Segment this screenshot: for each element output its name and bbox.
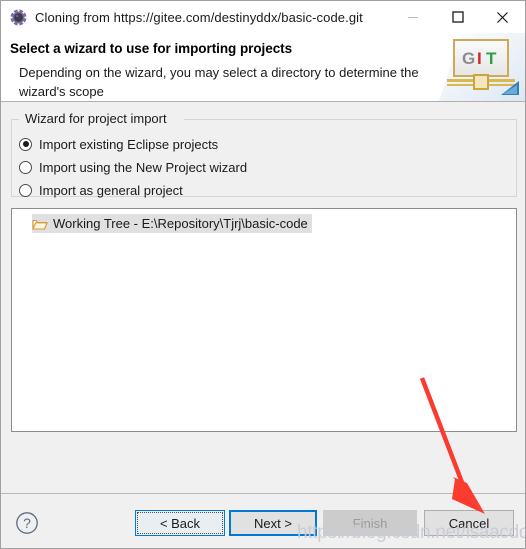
- git-clone-icon: [10, 8, 27, 26]
- group-legend: Wizard for project import: [22, 111, 170, 126]
- question-mark-icon: ?: [16, 512, 38, 534]
- window-title: Cloning from https://gitee.com/destinydd…: [35, 9, 363, 25]
- maximize-icon: [451, 11, 464, 23]
- radio-indicator: [19, 183, 32, 197]
- svg-text:I: I: [477, 49, 482, 68]
- svg-text:T: T: [486, 49, 497, 68]
- maximize-button[interactable]: [435, 1, 480, 33]
- radio-label: Import existing Eclipse projects: [39, 136, 219, 152]
- open-folder-icon: [32, 217, 48, 231]
- radio-label: Import as general project: [39, 182, 183, 198]
- svg-text:G: G: [462, 49, 475, 68]
- title-bar: Cloning from https://gitee.com/destinydd…: [1, 1, 525, 33]
- radio-indicator: [19, 137, 32, 151]
- close-icon: [497, 11, 508, 23]
- next-button[interactable]: Next >: [229, 510, 317, 536]
- back-button[interactable]: < Back: [135, 510, 225, 536]
- svg-text:?: ?: [23, 515, 31, 531]
- button-bar-separator: [1, 493, 525, 494]
- radio-label: Import using the New Project wizard: [39, 159, 248, 175]
- finish-button: Finish: [323, 510, 417, 536]
- minimize-button[interactable]: [390, 1, 435, 33]
- page-description: Depending on the wizard, you may select …: [19, 65, 419, 99]
- wizard-header: Select a wizard to use for importing pro…: [1, 33, 525, 102]
- git-banner-logo: G I T: [439, 33, 525, 101]
- tree-item-label: Working Tree - E:\Repository\Tjrj\basic-…: [53, 216, 308, 231]
- radio-import-as-general-project[interactable]: Import as general project: [19, 181, 183, 199]
- radio-indicator: [19, 160, 32, 174]
- radio-import-using-new-project-wizard[interactable]: Import using the New Project wizard: [19, 158, 247, 176]
- tree-item-working-tree[interactable]: Working Tree - E:\Repository\Tjrj\basic-…: [32, 214, 312, 233]
- minimize-icon: [407, 17, 418, 18]
- page-title: Select a wizard to use for importing pro…: [10, 41, 293, 56]
- help-button[interactable]: ?: [15, 511, 39, 535]
- dialog-window: Cloning from https://gitee.com/destinydd…: [0, 0, 526, 549]
- radio-import-existing-eclipse-projects[interactable]: Import existing Eclipse projects: [19, 135, 218, 153]
- cancel-button[interactable]: Cancel: [424, 510, 514, 536]
- close-button[interactable]: [480, 1, 525, 33]
- project-tree-panel[interactable]: Working Tree - E:\Repository\Tjrj\basic-…: [11, 208, 517, 432]
